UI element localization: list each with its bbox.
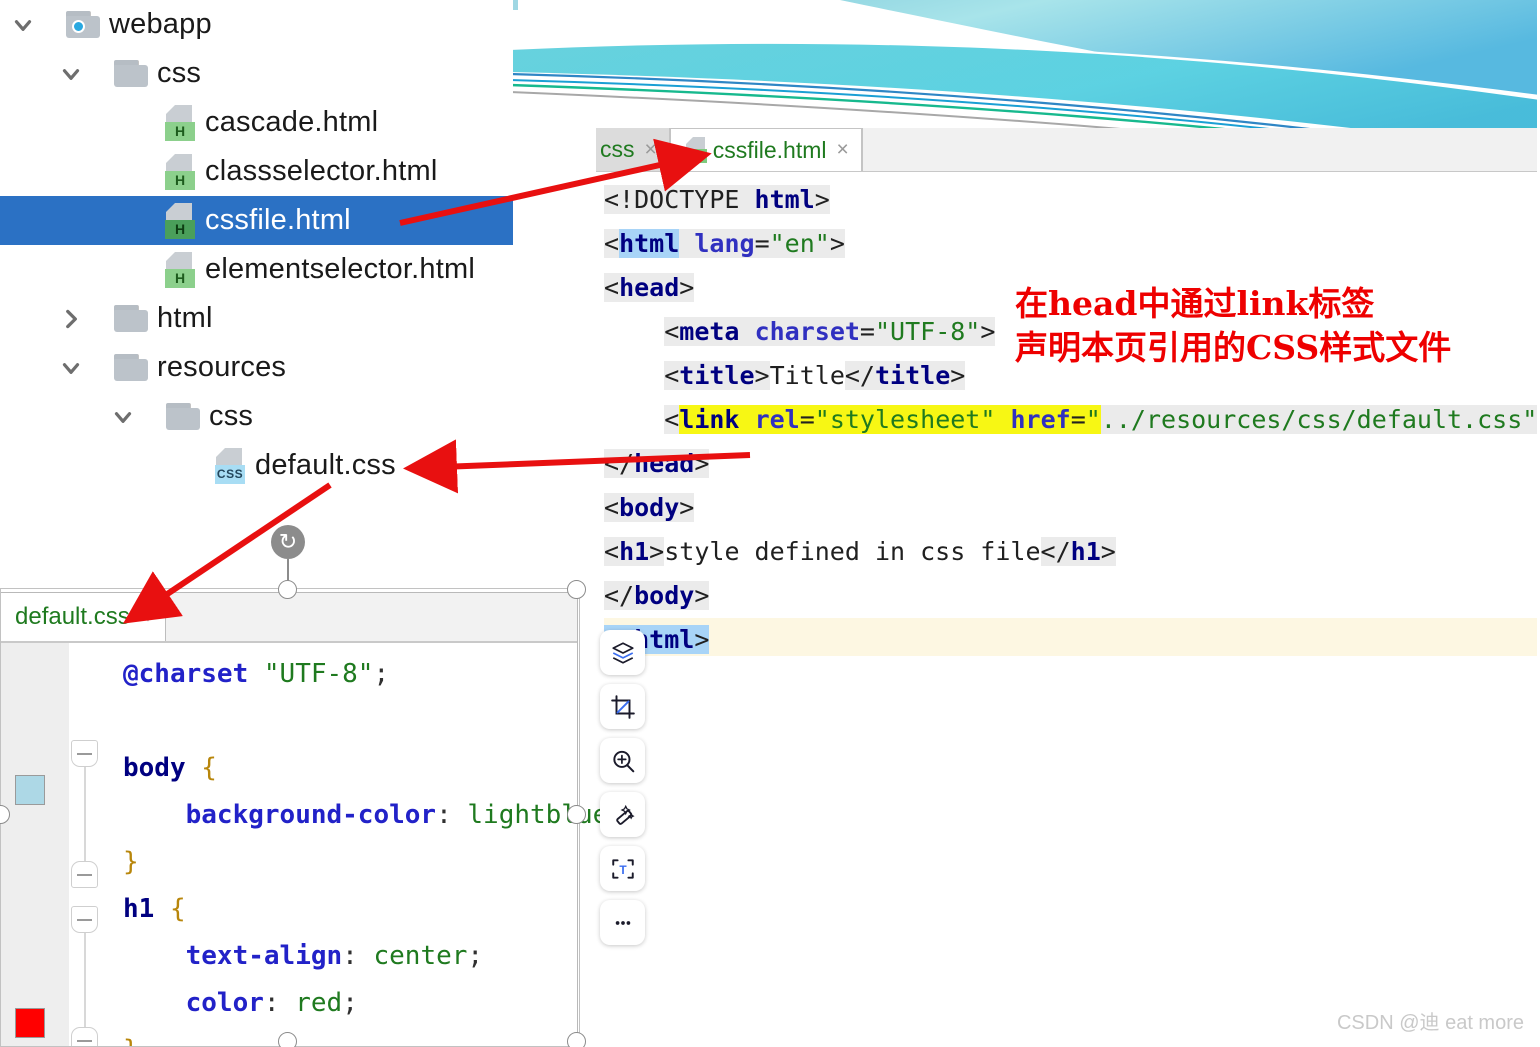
tree-item-label: cssfile.html	[205, 204, 351, 236]
editor-tab-cssfile-html[interactable]: cssfile.html ×	[669, 128, 862, 171]
tree-row[interactable]: css	[0, 392, 513, 441]
code-line-html-close: </html>	[604, 618, 1540, 656]
tree-item-label: html	[157, 302, 213, 334]
css-code-line: color: red;	[185, 988, 358, 1018]
folder-icon	[166, 403, 200, 430]
tree-item-label: classselector.html	[205, 155, 438, 187]
tree-row[interactable]: H classselector.html	[0, 147, 513, 196]
html-file-icon: H	[162, 202, 196, 239]
zoom-in-icon[interactable]	[600, 738, 645, 783]
css-editor-panel: default.css × @charset "UTF-8"; body {b…	[0, 592, 624, 1047]
chevron-down-icon[interactable]	[108, 402, 138, 432]
css-tab-label: default.css	[15, 603, 130, 630]
lightblue-swatch	[15, 775, 45, 805]
chevron-down-icon[interactable]	[8, 10, 38, 40]
css-editor-tab-default-css[interactable]: default.css ×	[1, 593, 166, 641]
css-file-icon: CSS	[212, 447, 246, 484]
css-code-area[interactable]: @charset "UTF-8"; body { background-colo…	[101, 643, 624, 1047]
css-editor-tab-bar[interactable]: default.css ×	[1, 593, 577, 643]
folder-icon	[114, 354, 148, 381]
tree-row[interactable]: resources	[0, 343, 513, 392]
css-code-line: h1 {	[123, 894, 186, 924]
tree-row[interactable]: css	[0, 49, 513, 98]
code-line: </body>	[604, 581, 710, 610]
annotation-line-2: 声明本页引用的CSS样式文件	[1015, 328, 1452, 367]
rotation-handle-stem	[287, 559, 289, 589]
html-file-icon: H	[162, 153, 196, 190]
tree-item-label: default.css	[255, 449, 396, 481]
fold-line	[84, 755, 86, 875]
html-editor-panel: css × cssfile.html × <!DOCTYPE html> <ht…	[596, 128, 1540, 656]
folder-project-icon	[66, 11, 100, 38]
css-fold-column[interactable]	[69, 643, 101, 1047]
svg-text:T: T	[619, 862, 627, 876]
red-swatch	[15, 1008, 45, 1038]
code-line: </head>	[604, 449, 710, 478]
html-file-icon	[683, 137, 707, 163]
floating-toolbar[interactable]: T	[600, 630, 645, 945]
folder-icon	[114, 305, 148, 332]
css-editor-body: @charset "UTF-8"; body { background-colo…	[1, 643, 624, 1047]
css-code-line: text-align: center;	[185, 941, 484, 971]
tree-item-label: cascade.html	[205, 106, 379, 138]
magic-wand-icon[interactable]	[600, 792, 645, 837]
tree-item-label: elementselector.html	[205, 253, 475, 285]
text-recognize-icon[interactable]: T	[600, 846, 645, 891]
code-line: <body>	[604, 493, 695, 522]
code-line: <html lang="en">	[604, 229, 845, 258]
annotation-text: 在head中通过link标签 声明本页引用的CSS样式文件	[1015, 282, 1451, 370]
code-line: <!DOCTYPE html>	[604, 185, 830, 214]
tree-row[interactable]: CSS default.css	[0, 441, 513, 490]
tree-row[interactable]: H elementselector.html	[0, 245, 513, 294]
tree-row[interactable]: H cascade.html	[0, 98, 513, 147]
html-file-icon: H	[162, 251, 196, 288]
editor-tab-css[interactable]: css ×	[596, 128, 670, 171]
css-code-line	[123, 698, 624, 745]
project-file-tree[interactable]: webapp css H cascade.html H classselecto…	[0, 0, 513, 520]
css-code-line: }	[123, 1027, 624, 1047]
crop-icon[interactable]	[600, 684, 645, 729]
screenshot-root: webapp css H cascade.html H classselecto…	[0, 0, 1540, 1047]
editor-tab-label: css	[600, 136, 635, 162]
html-code-area[interactable]: <!DOCTYPE html> <html lang="en"> <head> …	[596, 172, 1540, 656]
fold-toggle-body[interactable]	[71, 740, 98, 767]
tab-bar-filler	[861, 128, 1540, 171]
chevron-right-icon[interactable]	[56, 304, 86, 334]
watermark: CSDN @迪 eat more	[1336, 1012, 1524, 1034]
code-line-link-highlighted: <link rel="stylesheet" href="../resource…	[604, 398, 1540, 442]
fold-toggle-h1[interactable]	[71, 906, 98, 933]
close-icon[interactable]: ×	[833, 138, 849, 162]
close-icon[interactable]: ×	[138, 604, 151, 630]
html-file-icon: H	[162, 104, 196, 141]
editor-tab-bar[interactable]: css × cssfile.html ×	[596, 128, 1540, 172]
annotation-line-1: 在head中通过link标签	[1015, 284, 1375, 323]
tree-row-selected-cssfile[interactable]: H cssfile.html	[0, 196, 513, 245]
chevron-down-icon[interactable]	[56, 353, 86, 383]
folder-icon	[114, 60, 148, 87]
tree-item-label: css	[157, 57, 202, 89]
css-code-line: }	[123, 847, 139, 877]
more-icon[interactable]	[600, 900, 645, 945]
css-code-line: @charset "UTF-8";	[123, 659, 390, 689]
tree-row[interactable]: webapp	[0, 0, 513, 49]
layers-icon[interactable]	[600, 630, 645, 675]
tree-item-label: webapp	[109, 8, 212, 40]
css-gutter	[1, 643, 69, 1046]
css-tab-filler	[165, 593, 577, 641]
chevron-down-icon[interactable]	[56, 59, 86, 89]
fold-toggle-body-end[interactable]	[71, 861, 98, 888]
tree-item-label: css	[209, 400, 254, 432]
tree-item-label: resources	[157, 351, 287, 383]
tree-row[interactable]: html	[0, 294, 513, 343]
close-icon[interactable]: ×	[641, 138, 657, 162]
fold-toggle-h1-end[interactable]	[71, 1027, 98, 1047]
code-line: <h1>style defined in css file</h1>	[604, 537, 1116, 566]
rotation-handle[interactable]: ↻	[271, 525, 305, 559]
editor-tab-label: cssfile.html	[712, 136, 827, 163]
css-code-line: body {	[123, 753, 217, 783]
css-code-line: background-color: lightblue;	[185, 800, 624, 830]
